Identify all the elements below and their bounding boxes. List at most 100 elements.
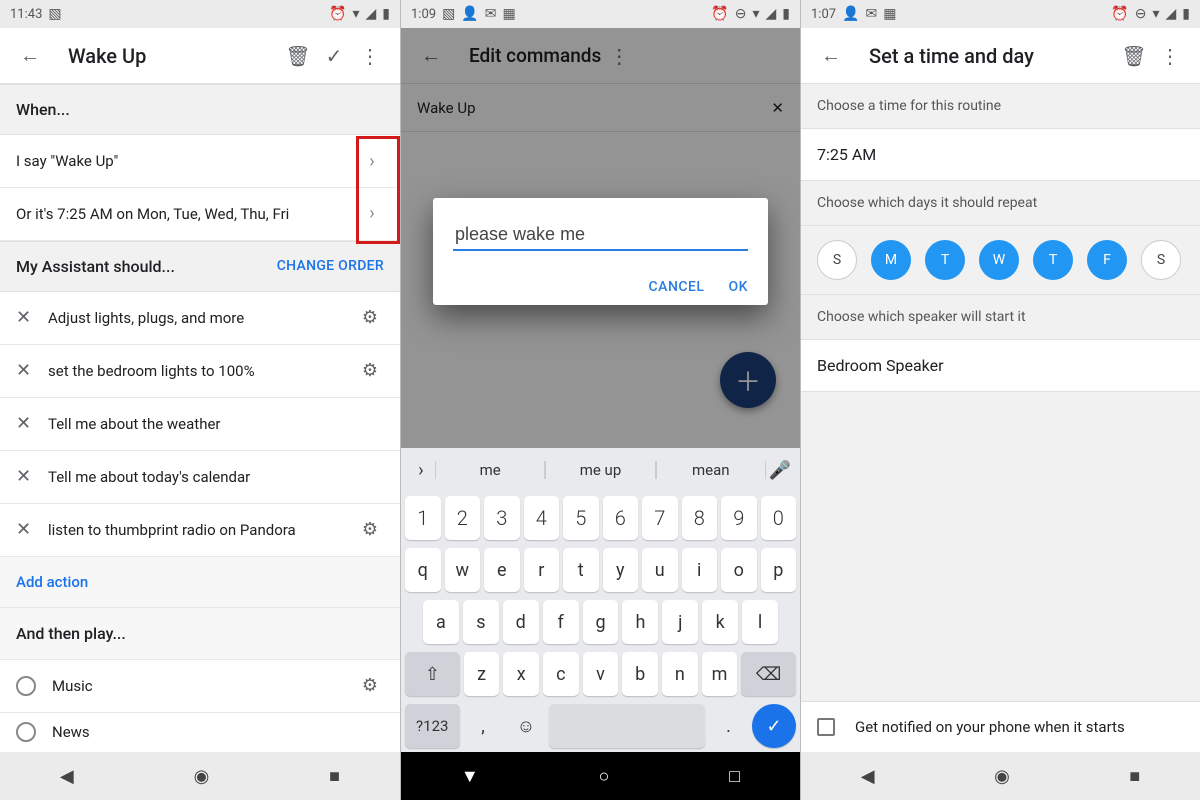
key-r[interactable]: r	[524, 548, 560, 592]
day-toggle[interactable]: S	[1141, 240, 1181, 280]
key-p[interactable]: p	[761, 548, 797, 592]
key-j[interactable]: j	[662, 600, 698, 644]
gear-icon[interactable]: ⚙	[356, 519, 384, 540]
mic-icon[interactable]: 🎤	[766, 460, 794, 481]
key-l[interactable]: l	[742, 600, 778, 644]
back-icon[interactable]: ←	[12, 38, 48, 74]
nav-back-icon[interactable]: ▼	[461, 766, 479, 787]
key-i[interactable]: i	[682, 548, 718, 592]
check-icon[interactable]: ✓	[316, 38, 352, 74]
key-1[interactable]: 1	[405, 496, 441, 540]
space-key[interactable]	[549, 704, 705, 748]
nav-home-icon[interactable]: ◉	[994, 766, 1010, 787]
gear-icon[interactable]: ⚙	[356, 675, 384, 696]
play-option-music[interactable]: Music ⚙	[0, 660, 400, 713]
key-0[interactable]: 0	[761, 496, 797, 540]
key-v[interactable]: v	[583, 652, 619, 696]
nav-back-icon[interactable]: ◀	[861, 766, 875, 787]
delete-icon[interactable]: 🗑	[280, 38, 316, 74]
key-a[interactable]: a	[423, 600, 459, 644]
nav-back-icon[interactable]: ◀	[60, 766, 74, 787]
command-input[interactable]	[453, 220, 748, 251]
key-b[interactable]: b	[622, 652, 658, 696]
key-e[interactable]: e	[484, 548, 520, 592]
action-row[interactable]: ✕ Adjust lights, plugs, and more ⚙	[0, 292, 400, 345]
nav-recent-icon[interactable]: □	[729, 766, 740, 787]
day-toggle[interactable]: M	[871, 240, 911, 280]
key-u[interactable]: u	[642, 548, 678, 592]
cancel-button[interactable]: CANCEL	[649, 279, 705, 295]
key-x[interactable]: x	[503, 652, 539, 696]
symbols-key[interactable]: ?123	[405, 704, 460, 748]
key-d[interactable]: d	[503, 600, 539, 644]
remove-action-icon[interactable]: ✕	[16, 519, 48, 540]
gear-icon[interactable]: ⚙	[356, 360, 384, 381]
notify-row[interactable]: Get notified on your phone when it start…	[801, 701, 1200, 752]
when-trigger-time[interactable]: Or it's 7:25 AM on Mon, Tue, Wed, Thu, F…	[0, 188, 400, 241]
overflow-icon[interactable]: ⋮	[352, 38, 388, 74]
suggestion[interactable]: me	[435, 461, 545, 479]
key-5[interactable]: 5	[563, 496, 599, 540]
day-toggle[interactable]: T	[925, 240, 965, 280]
comma-key[interactable]: ,	[464, 704, 503, 748]
key-8[interactable]: 8	[682, 496, 718, 540]
overflow-icon[interactable]: ⋮	[1152, 38, 1188, 74]
key-k[interactable]: k	[702, 600, 738, 644]
ok-button[interactable]: OK	[729, 279, 749, 295]
radio-unchecked-icon[interactable]	[16, 676, 36, 696]
key-7[interactable]: 7	[642, 496, 678, 540]
expand-suggestions-icon[interactable]: ›	[407, 460, 435, 481]
key-3[interactable]: 3	[484, 496, 520, 540]
remove-action-icon[interactable]: ✕	[16, 466, 48, 487]
day-toggle[interactable]: T	[1033, 240, 1073, 280]
period-key[interactable]: .	[709, 704, 748, 748]
key-f[interactable]: f	[543, 600, 579, 644]
action-row[interactable]: ✕ Tell me about the weather	[0, 398, 400, 451]
day-toggle[interactable]: S	[817, 240, 857, 280]
checkbox-unchecked-icon[interactable]	[817, 718, 835, 736]
remove-action-icon[interactable]: ✕	[16, 413, 48, 434]
action-row[interactable]: ✕ set the bedroom lights to 100% ⚙	[0, 345, 400, 398]
time-value[interactable]: 7:25 AM	[801, 129, 1200, 181]
change-order-button[interactable]: CHANGE ORDER	[277, 258, 384, 274]
suggestion[interactable]: mean	[656, 461, 766, 479]
delete-icon[interactable]: 🗑	[1116, 38, 1152, 74]
key-c[interactable]: c	[543, 652, 579, 696]
nav-recent-icon[interactable]: ■	[329, 766, 340, 787]
key-h[interactable]: h	[622, 600, 658, 644]
when-trigger-say[interactable]: I say "Wake Up" ›	[0, 135, 400, 188]
key-9[interactable]: 9	[721, 496, 757, 540]
key-w[interactable]: w	[445, 548, 481, 592]
key-q[interactable]: q	[405, 548, 441, 592]
suggestion[interactable]: me up	[545, 461, 655, 479]
emoji-key[interactable]: ☺	[506, 704, 545, 748]
key-o[interactable]: o	[721, 548, 757, 592]
speaker-value[interactable]: Bedroom Speaker	[801, 340, 1200, 392]
backspace-key[interactable]: ⌫	[741, 652, 796, 696]
shift-key[interactable]: ⇧	[405, 652, 460, 696]
nav-home-icon[interactable]: ◉	[194, 766, 210, 787]
key-n[interactable]: n	[662, 652, 698, 696]
nav-home-icon[interactable]: ○	[599, 766, 610, 787]
action-row[interactable]: ✕ listen to thumbprint radio on Pandora …	[0, 504, 400, 557]
nav-recent-icon[interactable]: ■	[1129, 766, 1140, 787]
key-4[interactable]: 4	[524, 496, 560, 540]
play-option-news[interactable]: News	[0, 713, 400, 752]
back-icon[interactable]: ←	[813, 38, 849, 74]
key-s[interactable]: s	[463, 600, 499, 644]
key-2[interactable]: 2	[445, 496, 481, 540]
day-toggle[interactable]: W	[979, 240, 1019, 280]
key-t[interactable]: t	[563, 548, 599, 592]
key-m[interactable]: m	[702, 652, 738, 696]
key-z[interactable]: z	[464, 652, 500, 696]
radio-unchecked-icon[interactable]	[16, 722, 36, 742]
remove-action-icon[interactable]: ✕	[16, 360, 48, 381]
day-toggle[interactable]: F	[1087, 240, 1127, 280]
action-row[interactable]: ✕ Tell me about today's calendar	[0, 451, 400, 504]
add-action-button[interactable]: Add action	[0, 557, 400, 608]
key-y[interactable]: y	[603, 548, 639, 592]
enter-key[interactable]: ✓	[752, 704, 796, 748]
key-6[interactable]: 6	[603, 496, 639, 540]
gear-icon[interactable]: ⚙	[356, 307, 384, 328]
key-g[interactable]: g	[583, 600, 619, 644]
